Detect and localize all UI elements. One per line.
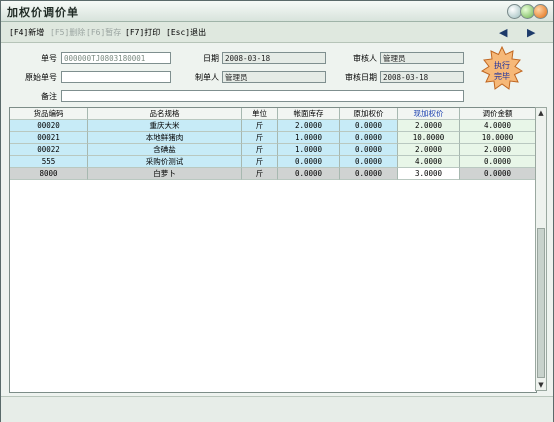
cell-orig-price[interactable]: 0.0000 (340, 120, 398, 132)
cell-unit[interactable]: 斤 (242, 144, 278, 156)
cell-new-price[interactable]: 10.0000 (398, 132, 460, 144)
col-header-name[interactable]: 品名规格 (88, 108, 242, 120)
cell-stock[interactable]: 1.0000 (278, 144, 340, 156)
cell-stock[interactable]: 2.0000 (278, 120, 340, 132)
table-header: 货品编码 品名规格 单位 帐面库存 原加权价 现加权价 调价金额 (10, 108, 536, 120)
table-row[interactable]: 555 采购价测试 斤 0.0000 0.0000 4.0000 0.0000 (10, 156, 536, 168)
cell-adjust-amount[interactable]: 4.0000 (460, 120, 536, 132)
window-title: 加权价调价单 (7, 6, 79, 19)
toolbar: [F4]新增 [F5]删除 [F6]暂存 [F7]打印 [Esc]退出 ◀ ▶ (1, 22, 553, 43)
cell-code[interactable]: 555 (10, 156, 88, 168)
delete-button[interactable]: [F5]删除 (50, 27, 85, 38)
table-row[interactable]: 00022 含碘盐 斤 1.0000 0.0000 2.0000 2.0000 (10, 144, 536, 156)
cell-name[interactable]: 重庆大米 (88, 120, 242, 132)
arrow-left-icon[interactable]: ◀ (499, 26, 507, 39)
order-no-label: 单号 (41, 54, 57, 63)
order-no-field[interactable]: 000000TJ0803180001 (61, 52, 171, 64)
col-header-orig-price[interactable]: 原加权价 (340, 108, 398, 120)
cell-unit[interactable]: 斤 (242, 132, 278, 144)
scroll-down-icon[interactable]: ▼ (536, 380, 546, 390)
cell-orig-price[interactable]: 0.0000 (340, 168, 398, 180)
auditor-label: 审核人 (353, 54, 377, 63)
col-header-new-price[interactable]: 现加权价 (398, 108, 460, 120)
cell-code[interactable]: 00021 (10, 132, 88, 144)
cell-code[interactable]: 00020 (10, 120, 88, 132)
col-header-unit[interactable]: 单位 (242, 108, 278, 120)
cell-orig-price[interactable]: 0.0000 (340, 144, 398, 156)
date-label: 日期 (203, 54, 219, 63)
remark-label: 备注 (41, 92, 57, 101)
maker-field[interactable]: 管理员 (222, 71, 326, 83)
maker-label: 制单人 (195, 73, 219, 82)
completed-stamp: 执行 完毕 (480, 46, 524, 90)
cell-unit[interactable]: 斤 (242, 168, 278, 180)
print-button[interactable]: [F7]打印 (125, 27, 160, 38)
cell-adjust-amount[interactable]: 0.0000 (460, 168, 536, 180)
scroll-up-icon[interactable]: ▲ (536, 108, 546, 118)
cell-name[interactable]: 含碘盐 (88, 144, 242, 156)
orig-no-label: 原始单号 (25, 73, 57, 82)
new-button[interactable]: [F4]新增 (9, 27, 44, 38)
orig-no-field[interactable] (61, 71, 171, 83)
title-bar[interactable]: 加权价调价单 (1, 1, 553, 22)
cell-orig-price[interactable]: 0.0000 (340, 156, 398, 168)
cell-name[interactable]: 本地鲜猪肉 (88, 132, 242, 144)
cell-adjust-amount[interactable]: 10.0000 (460, 132, 536, 144)
exit-button[interactable]: [Esc]退出 (166, 27, 206, 38)
cell-code[interactable]: 00022 (10, 144, 88, 156)
col-header-adjust-amount[interactable]: 调价金额 (460, 108, 536, 120)
scroll-thumb[interactable] (537, 228, 545, 378)
cell-new-price[interactable]: 2.0000 (398, 144, 460, 156)
arrow-right-icon[interactable]: ▶ (527, 26, 535, 39)
table-row[interactable]: 00021 本地鲜猪肉 斤 1.0000 0.0000 10.0000 10.0… (10, 132, 536, 144)
save-draft-button[interactable]: [F6]暂存 (86, 27, 121, 38)
cell-name[interactable]: 采购价测试 (88, 156, 242, 168)
cell-adjust-amount[interactable]: 0.0000 (460, 156, 536, 168)
cell-stock[interactable]: 1.0000 (278, 132, 340, 144)
vertical-scrollbar[interactable]: ▲ ▼ (535, 107, 547, 391)
close-icon[interactable] (533, 4, 548, 19)
auditor-field[interactable]: 管理员 (380, 52, 464, 64)
header-form: 单号 000000TJ0803180001 日期 2008-03-18 审核人 … (1, 43, 553, 105)
cell-unit[interactable]: 斤 (242, 120, 278, 132)
status-bar (1, 396, 553, 422)
cell-code[interactable]: 8000 (10, 168, 88, 180)
cell-unit[interactable]: 斤 (242, 156, 278, 168)
price-adjust-table: 货品编码 品名规格 单位 帐面库存 原加权价 现加权价 调价金额 00020 重… (9, 107, 537, 393)
cell-new-price[interactable]: 3.0000 (398, 168, 460, 180)
cell-new-price[interactable]: 4.0000 (398, 156, 460, 168)
table-row[interactable]: 00020 重庆大米 斤 2.0000 0.0000 2.0000 4.0000 (10, 120, 536, 132)
window: 加权价调价单 [F4]新增 [F5]删除 [F6]暂存 [F7]打印 [Esc]… (0, 0, 554, 422)
remark-field[interactable] (61, 90, 464, 102)
cell-adjust-amount[interactable]: 2.0000 (460, 144, 536, 156)
cell-stock[interactable]: 0.0000 (278, 156, 340, 168)
cell-new-price[interactable]: 2.0000 (398, 120, 460, 132)
audit-date-field[interactable]: 2008-03-18 (380, 71, 464, 83)
stamp-line1: 执行 (494, 60, 510, 70)
date-field[interactable]: 2008-03-18 (222, 52, 326, 64)
cell-orig-price[interactable]: 0.0000 (340, 132, 398, 144)
col-header-stock[interactable]: 帐面库存 (278, 108, 340, 120)
col-header-code[interactable]: 货品编码 (10, 108, 88, 120)
cell-stock[interactable]: 0.0000 (278, 168, 340, 180)
cell-name[interactable]: 白萝卜 (88, 168, 242, 180)
stamp-line2: 完毕 (494, 71, 510, 81)
audit-date-label: 审核日期 (345, 73, 377, 82)
table-row-selected[interactable]: 8000 白萝卜 斤 0.0000 0.0000 3.0000 0.0000 (10, 168, 536, 180)
